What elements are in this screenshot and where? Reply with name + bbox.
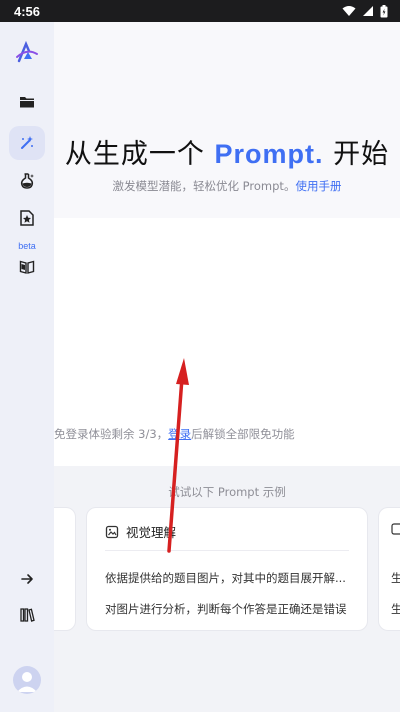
book-icon bbox=[19, 260, 35, 274]
status-time: 4:56 bbox=[14, 3, 41, 19]
example-prompt-item[interactable]: 对图片进行分析，判断每个作答是正确还是错误 bbox=[105, 601, 347, 617]
example-prompt-item[interactable]: 依据提供给的题目图片，对其中的题目展开解... bbox=[105, 570, 346, 586]
card-title: 视觉理解 bbox=[126, 525, 177, 540]
sidebar-item-lab[interactable] bbox=[9, 164, 45, 198]
example-card-previous[interactable] bbox=[54, 507, 76, 631]
user-avatar-icon bbox=[17, 672, 37, 692]
examples-section: 试试以下 Prompt 示例 视觉理解 依据提供给的题目图片，对其中的题目展开解… bbox=[54, 466, 400, 712]
battery-icon bbox=[380, 4, 388, 17]
subtitle-text: 激发模型潜能，轻松优化 Prompt。 bbox=[112, 179, 296, 193]
signal-icon bbox=[363, 6, 373, 16]
examples-title: 试试以下 Prompt 示例 bbox=[168, 485, 286, 499]
magic-wand-icon bbox=[21, 136, 33, 149]
title-accent: Prompt. bbox=[214, 139, 324, 169]
login-link[interactable]: 登录 bbox=[168, 427, 191, 441]
sidebar-item-folder[interactable] bbox=[9, 85, 45, 119]
doc-icon bbox=[391, 523, 400, 535]
wifi-icon bbox=[342, 6, 356, 16]
login-hint-prefix: 免登录体验剩余 3/3， bbox=[54, 427, 169, 441]
flask-icon bbox=[20, 173, 34, 189]
main-content: 从生成一个 Prompt. 开始 激发模型潜能，轻松优化 Prompt。使用手册… bbox=[54, 22, 400, 712]
page-title: 从生成一个 Prompt. 开始 bbox=[54, 132, 400, 171]
example-card-visual-understanding[interactable]: 视觉理解 依据提供给的题目图片，对其中的题目展开解... 对图片进行分析，判断每… bbox=[86, 507, 368, 631]
image-doc-icon bbox=[105, 525, 119, 538]
sidebar-item-favorites[interactable] bbox=[9, 201, 45, 235]
card-peek-text: 生 bbox=[391, 571, 400, 585]
example-card-next[interactable]: 生 生 bbox=[378, 507, 400, 631]
hero-section: 从生成一个 Prompt. 开始 激发模型潜能，轻松优化 Prompt。使用手册 bbox=[54, 22, 400, 218]
card-divider bbox=[105, 550, 349, 551]
library-icon bbox=[20, 608, 35, 622]
status-bar: 4:56 bbox=[0, 0, 400, 22]
title-suffix: 开始 bbox=[323, 139, 390, 170]
card-header: 视觉理解 bbox=[105, 522, 176, 541]
login-hint-suffix: 后解锁全部限免功能 bbox=[191, 427, 295, 441]
title-prefix: 从生成一个 bbox=[64, 139, 215, 170]
logo-icon bbox=[16, 40, 38, 63]
page-subtitle: 激发模型潜能，轻松优化 Prompt。使用手册 bbox=[54, 178, 400, 194]
folder-icon bbox=[20, 97, 34, 108]
sidebar-item-generate[interactable] bbox=[9, 126, 45, 160]
manual-link[interactable]: 使用手册 bbox=[295, 179, 341, 193]
sidebar: beta bbox=[0, 22, 54, 712]
sidebar-item-library[interactable] bbox=[9, 598, 45, 632]
status-icons bbox=[342, 4, 388, 18]
sidebar-item-beta-book[interactable] bbox=[9, 250, 45, 284]
app-logo[interactable] bbox=[9, 36, 45, 70]
login-hint: 免登录体验剩余 3/3，登录后解锁全部限免功能 bbox=[54, 426, 295, 442]
user-avatar[interactable] bbox=[13, 666, 41, 694]
card-peek-text: 生 bbox=[391, 602, 400, 616]
arrow-right-icon bbox=[21, 574, 33, 584]
expand-sidebar-button[interactable] bbox=[9, 562, 45, 596]
star-page-icon bbox=[20, 210, 34, 226]
